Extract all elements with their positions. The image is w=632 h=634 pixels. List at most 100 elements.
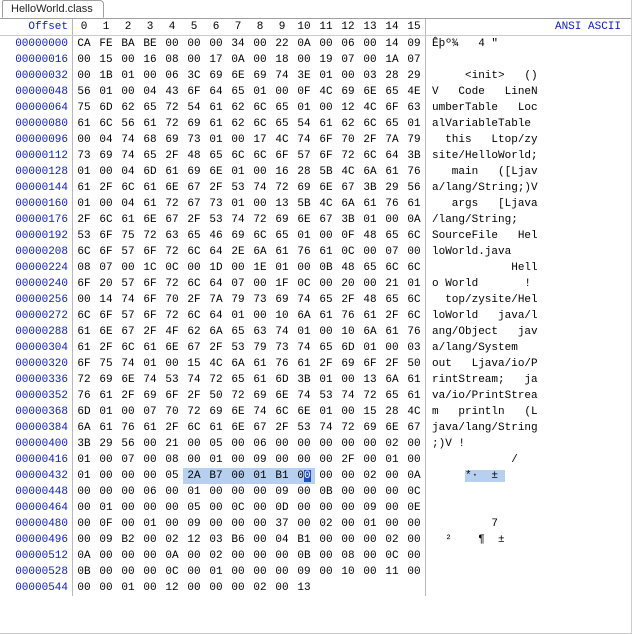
hex-byte[interactable]: 2A — [183, 468, 205, 484]
hex-byte[interactable]: 61 — [359, 308, 381, 324]
hex-byte[interactable]: 74 — [117, 356, 139, 372]
hex-byte[interactable]: 76 — [381, 196, 403, 212]
ascii-cell[interactable]: alVariableTable — [426, 116, 632, 132]
hex-byte[interactable]: 00 — [95, 564, 117, 580]
hex-byte[interactable]: 4F — [161, 324, 183, 340]
ascii-cell[interactable]: 7 — [426, 516, 632, 532]
hex-byte[interactable]: 02 — [315, 516, 337, 532]
hex-byte[interactable]: 48 — [359, 292, 381, 308]
ascii-cell[interactable]: java/lang/String — [426, 420, 632, 436]
hex-byte[interactable]: 69 — [293, 180, 315, 196]
hex-byte[interactable]: 65 — [139, 100, 161, 116]
hex-byte[interactable]: 08 — [161, 52, 183, 68]
hex-byte[interactable]: 6D — [95, 100, 117, 116]
hex-row[interactable]: 000002406F20576F726C6407001F0C0020002101… — [0, 276, 631, 292]
ascii-cell[interactable]: *· ± — [426, 468, 632, 484]
hex-byte[interactable]: 7A — [381, 132, 403, 148]
hex-byte[interactable]: 70 — [161, 292, 183, 308]
hex-byte[interactable]: 00 — [117, 404, 139, 420]
hex-byte[interactable]: 53 — [227, 180, 249, 196]
hex-byte[interactable]: 72 — [337, 148, 359, 164]
hex-byte[interactable]: 69 — [95, 148, 117, 164]
hex-byte[interactable]: 08 — [161, 452, 183, 468]
hex-byte[interactable]: 74 — [293, 132, 315, 148]
hex-byte[interactable]: 72 — [205, 372, 227, 388]
hex-byte[interactable]: 56 — [117, 116, 139, 132]
hex-byte[interactable]: 72 — [161, 244, 183, 260]
hex-byte[interactable]: 10 — [337, 564, 359, 580]
hex-byte[interactable]: 00 — [359, 36, 381, 53]
hex-byte[interactable]: 61 — [315, 244, 337, 260]
hex-byte[interactable]: 09 — [183, 516, 205, 532]
hex-byte[interactable]: 00 — [73, 500, 96, 516]
ascii-cell[interactable]: SourceFile Hel — [426, 228, 632, 244]
hex-byte[interactable]: 6C — [403, 308, 426, 324]
hex-byte[interactable]: 06 — [161, 68, 183, 84]
hex-byte[interactable]: 0F — [337, 228, 359, 244]
hex-byte[interactable]: 16 — [139, 52, 161, 68]
hex-byte[interactable]: 00 — [359, 244, 381, 260]
hex-byte[interactable]: 00 — [381, 500, 403, 516]
hex-byte[interactable]: 2F — [183, 388, 205, 404]
hex-byte[interactable]: 0A — [227, 52, 249, 68]
hex-byte[interactable]: 37 — [271, 516, 293, 532]
hex-byte[interactable]: 01 — [403, 276, 426, 292]
hex-byte[interactable]: 75 — [73, 100, 96, 116]
hex-row[interactable]: 00000112736974652F48656C6C6F576F726C643B… — [0, 148, 631, 164]
hex-byte[interactable]: 61 — [161, 164, 183, 180]
hex-byte[interactable]: 6C — [249, 116, 271, 132]
ascii-cell[interactable]: args [Ljava — [426, 196, 632, 212]
hex-byte[interactable]: 6E — [139, 212, 161, 228]
hex-byte[interactable]: 74 — [293, 340, 315, 356]
hex-byte[interactable]: 6F — [95, 228, 117, 244]
hex-byte[interactable]: 6C — [183, 420, 205, 436]
hex-byte[interactable]: 00 — [117, 500, 139, 516]
hex-byte[interactable]: 6E — [271, 388, 293, 404]
hex-row[interactable]: 00000192536F7572636546696C6501000F48656C… — [0, 228, 631, 244]
hex-byte[interactable]: 01 — [205, 132, 227, 148]
hex-byte[interactable]: 72 — [161, 308, 183, 324]
hex-byte[interactable]: 01 — [381, 452, 403, 468]
ascii-cell[interactable] — [426, 500, 632, 516]
hex-byte[interactable]: 00 — [315, 276, 337, 292]
hex-byte[interactable]: 6F — [161, 388, 183, 404]
hex-byte[interactable]: 09 — [95, 532, 117, 548]
hex-byte[interactable]: 65 — [227, 324, 249, 340]
hex-byte[interactable]: 00 — [161, 356, 183, 372]
hex-row[interactable]: 000005440000010012000000020013 — [0, 580, 631, 596]
hex-byte[interactable]: 69 — [249, 388, 271, 404]
hex-byte[interactable]: 04 — [139, 84, 161, 100]
hex-byte[interactable]: 6C — [73, 244, 96, 260]
hex-byte[interactable]: 00 — [95, 484, 117, 500]
hex-byte[interactable]: 00 — [403, 436, 426, 452]
hex-byte[interactable]: 65 — [381, 116, 403, 132]
hex-byte[interactable]: 53 — [293, 420, 315, 436]
hex-byte[interactable]: 00 — [139, 452, 161, 468]
ascii-cell[interactable]: out Ljava/io/P — [426, 356, 632, 372]
hex-byte[interactable]: 02 — [359, 468, 381, 484]
hex-byte[interactable]: 00 — [359, 484, 381, 500]
hex-byte[interactable]: 13 — [359, 372, 381, 388]
hex-byte[interactable]: 73 — [183, 132, 205, 148]
hex-byte[interactable]: 6E — [227, 404, 249, 420]
hex-byte[interactable]: 14 — [95, 292, 117, 308]
hex-byte[interactable]: 69 — [359, 420, 381, 436]
hex-byte[interactable]: 64 — [381, 148, 403, 164]
hex-byte[interactable]: 00 — [161, 500, 183, 516]
hex-byte[interactable]: 72 — [271, 180, 293, 196]
hex-byte[interactable]: 61 — [315, 116, 337, 132]
hex-byte[interactable]: 2F — [315, 356, 337, 372]
hex-byte[interactable]: 03 — [205, 532, 227, 548]
hex-byte[interactable]: 09 — [359, 500, 381, 516]
hex-byte[interactable]: 74 — [117, 148, 139, 164]
hex-byte[interactable]: 0A — [73, 548, 96, 564]
hex-byte[interactable]: 75 — [95, 356, 117, 372]
hex-byte[interactable]: 6C — [227, 148, 249, 164]
hex-byte[interactable]: 74 — [249, 180, 271, 196]
ascii-cell[interactable]: Hell — [426, 260, 632, 276]
hex-byte[interactable]: 04 — [117, 164, 139, 180]
hex-byte[interactable]: 65 — [227, 84, 249, 100]
hex-byte[interactable]: 5B — [293, 196, 315, 212]
hex-byte[interactable]: 00 — [183, 52, 205, 68]
hex-byte[interactable]: 61 — [271, 244, 293, 260]
